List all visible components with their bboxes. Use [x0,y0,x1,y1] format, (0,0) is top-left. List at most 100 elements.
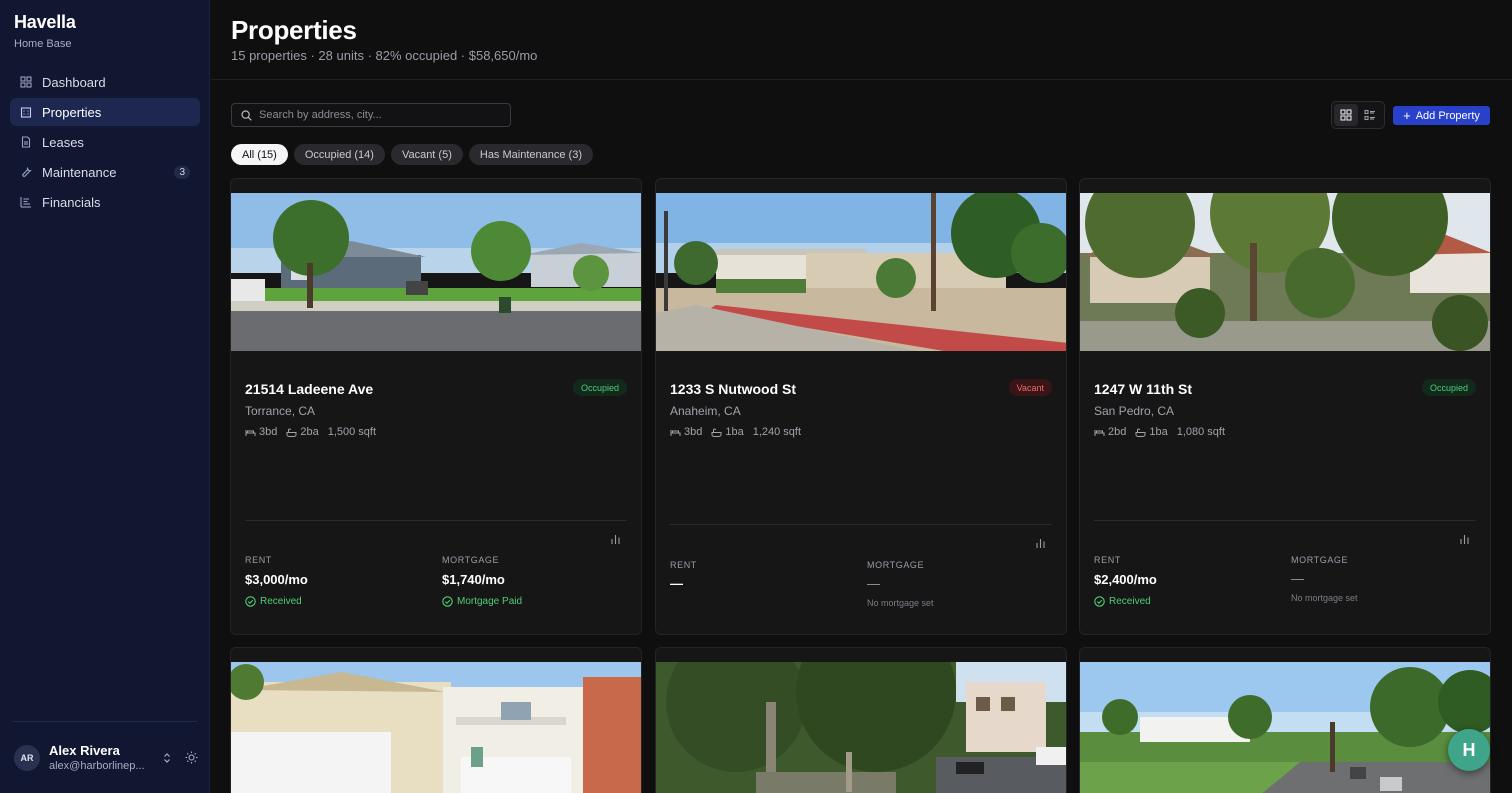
bath-icon [711,428,722,437]
property-specs: 3bd 2ba 1,500 sqft [245,426,385,438]
rent-value: $3,000/mo [245,572,308,587]
assistant-fab-button[interactable]: H [1448,729,1490,771]
sqft-value: 1,080 sqft [1176,426,1226,438]
property-address[interactable]: 1247 W 11th St [1094,381,1192,397]
property-card[interactable] [1079,647,1491,793]
mortgage-status-label: Mortgage Paid [457,596,523,607]
user-info: Alex Rivera alex@harborlinep... [49,743,152,772]
property-photo [656,662,1066,793]
status-badge: Occupied [572,379,627,396]
brand: Havella Home Base [14,12,76,50]
document-icon [20,136,32,148]
property-card[interactable] [230,647,642,793]
beds-spec: 3bd [670,426,702,438]
user-profile[interactable]: AR Alex Rivera alex@harborlinep... [14,743,200,772]
card-divider [1094,520,1476,521]
property-city: San Pedro, CA [1094,404,1175,418]
rent-label: RENT [245,555,272,565]
bed-icon [245,428,256,437]
sidebar-item-label: Leases [42,134,84,150]
filter-chips: All (15) Occupied (14) Vacant (5) Has Ma… [231,144,599,165]
property-card[interactable]: 21514 Ladeene Ave Torrance, CA 3bd 2ba 1… [230,178,642,635]
baths-spec: 1ba [1135,426,1168,438]
grid-view-button[interactable] [1334,104,1358,126]
property-photo [656,193,1066,351]
baths-spec: 2ba [286,426,319,438]
chevron-up-down-icon[interactable] [158,749,176,767]
brand-subtitle: Home Base [14,38,72,50]
property-address[interactable]: 1233 S Nutwood St [670,381,796,397]
mortgage-value: — [867,576,880,591]
property-city: Anaheim, CA [670,404,741,418]
sidebar-item-dashboard[interactable]: Dashboard [10,68,200,96]
sidebar-item-maintenance[interactable]: Maintenance 3 [10,158,200,186]
mortgage-status: Mortgage Paid [442,596,522,607]
bed-icon [670,428,681,437]
list-icon [1364,109,1376,121]
property-card[interactable]: 1247 W 11th St San Pedro, CA 2bd 1ba 1,0… [1079,178,1491,635]
bar-chart-icon [20,196,32,208]
plus-icon: + [1403,108,1411,123]
bed-icon [1094,428,1105,437]
property-card[interactable] [655,647,1067,793]
filter-has-maintenance[interactable]: Has Maintenance (3) [468,144,593,165]
view-toggle [1331,101,1385,129]
filter-vacant[interactable]: Vacant (5) [390,144,463,165]
baths-value: 1ba [725,426,744,438]
sidebar-item-properties[interactable]: Properties [10,98,200,126]
mortgage-label: MORTGAGE [442,555,500,565]
status-badge: Occupied [1421,379,1476,396]
check-circle-icon [1094,596,1105,607]
list-view-button[interactable] [1358,104,1382,126]
sidebar-divider [12,721,197,722]
beds-value: 2bd [1108,426,1127,438]
search-box[interactable] [231,103,511,127]
dashboard-grid-icon [20,76,32,88]
sun-icon[interactable] [182,749,200,767]
grid-icon [1340,109,1352,121]
bar-chart-icon[interactable] [610,532,621,550]
rent-label: RENT [1094,555,1121,565]
rent-status: Received [1094,596,1151,607]
property-photo [231,193,641,351]
property-photo [231,662,641,793]
bar-chart-icon[interactable] [1035,536,1046,554]
sidebar-item-financials[interactable]: Financials [10,188,200,216]
page-title: Properties [231,15,357,45]
header-divider [211,79,1512,80]
filter-occupied[interactable]: Occupied (14) [293,144,385,165]
sidebar-item-label: Maintenance [42,164,117,180]
user-email: alex@harborlinep... [49,760,145,772]
rent-value: $2,400/mo [1094,572,1157,587]
brand-name[interactable]: Havella [14,12,76,33]
avatar: AR [14,744,40,771]
card-divider [670,524,1052,525]
card-divider [245,520,627,521]
building-icon [20,106,32,118]
rent-status: Received [245,596,302,607]
filter-all[interactable]: All (15) [231,144,288,165]
rent-status-label: Received [260,596,302,607]
property-address[interactable]: 21514 Ladeene Ave [245,381,373,397]
sidebar-item-label: Dashboard [42,74,106,90]
add-property-button[interactable]: + Add Property [1393,106,1490,125]
property-photo [1080,193,1490,351]
add-property-label: Add Property [1415,109,1480,122]
rent-status-label: Received [1109,596,1151,607]
bath-icon [1135,428,1146,437]
sidebar-item-label: Financials [42,194,101,210]
property-card[interactable]: 1233 S Nutwood St Anaheim, CA 3bd 1ba 1,… [655,178,1067,635]
property-city: Torrance, CA [245,404,316,418]
sidebar: Havella Home Base Dashboard Properties L… [0,0,210,793]
bar-chart-icon[interactable] [1459,532,1470,550]
property-photo [1080,662,1490,793]
beds-spec: 2bd [1094,426,1126,438]
sidebar-item-leases[interactable]: Leases [10,128,200,156]
beds-spec: 3bd [245,426,277,438]
search-input[interactable] [259,109,499,121]
baths-value: 2ba [300,426,319,438]
baths-spec: 1ba [711,426,744,438]
mortgage-value: $1,740/mo [442,572,505,587]
baths-value: 1ba [1149,426,1168,438]
sqft-value: 1,500 sqft [327,426,377,438]
